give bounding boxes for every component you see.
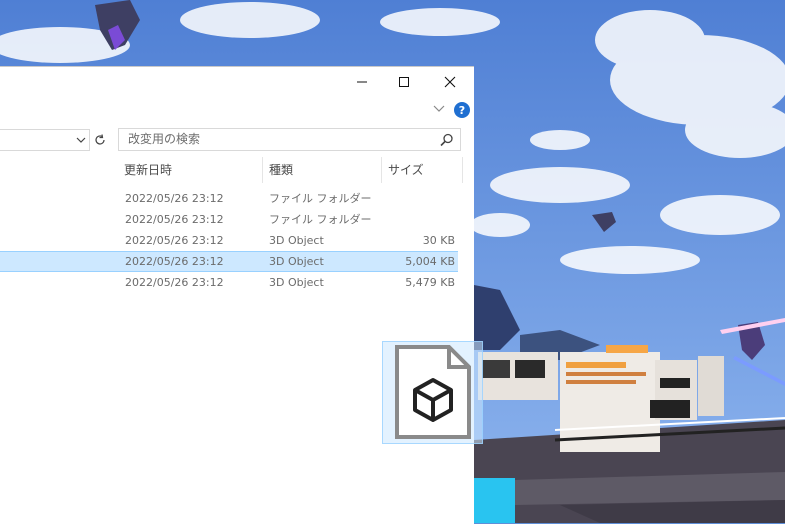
- maximize-button[interactable]: [381, 67, 427, 97]
- file-row-selected[interactable]: 2022/05/26 23:12 3D Object 5,004 KB: [0, 251, 458, 272]
- close-button[interactable]: [427, 67, 473, 97]
- address-dropdown-chevron-icon[interactable]: [76, 135, 86, 145]
- search-input[interactable]: 改変用の検索: [118, 128, 461, 151]
- minimize-icon: [357, 81, 367, 83]
- 3d-object-file-icon: [395, 345, 471, 439]
- file-size: [380, 188, 455, 209]
- file-modified: 2022/05/26 23:12: [125, 213, 224, 226]
- file-size: 5,004 KB: [405, 255, 455, 268]
- file-row[interactable]: 2022/05/26 23:12 ファイル フォルダー: [0, 209, 458, 230]
- search-icon[interactable]: [440, 133, 454, 147]
- file-row[interactable]: 2022/05/26 23:12 ファイル フォルダー: [0, 188, 458, 209]
- column-header-size[interactable]: サイズ: [382, 157, 463, 183]
- file-type: 3D Object: [269, 255, 324, 268]
- maximize-icon: [399, 77, 409, 87]
- refresh-icon: [95, 134, 105, 145]
- file-modified: 2022/05/26 23:12: [125, 276, 224, 289]
- file-type: 3D Object: [269, 234, 324, 247]
- file-row[interactable]: 2022/05/26 23:12 3D Object 30 KB: [0, 230, 458, 251]
- close-icon: [444, 76, 456, 88]
- file-modified: 2022/05/26 23:12: [125, 192, 224, 205]
- file-type: ファイル フォルダー: [269, 213, 372, 226]
- file-type: ファイル フォルダー: [269, 192, 372, 205]
- file-size: 30 KB: [422, 234, 455, 247]
- file-size: 5,479 KB: [405, 276, 455, 289]
- file-type: 3D Object: [269, 276, 324, 289]
- drag-preview: [382, 341, 483, 444]
- help-icon[interactable]: ?: [454, 102, 470, 118]
- refresh-button[interactable]: [92, 129, 108, 151]
- column-header-modified[interactable]: 更新日時: [118, 157, 263, 183]
- file-modified: 2022/05/26 23:12: [125, 255, 224, 268]
- file-modified: 2022/05/26 23:12: [125, 234, 224, 247]
- file-size: [380, 209, 455, 230]
- chevron-down-icon[interactable]: [433, 103, 445, 115]
- minimize-button[interactable]: [339, 67, 385, 97]
- file-explorer-window: ? 改変用の検索 更新日時 種類 サイズ 2022/05/26 23:12 ファ…: [0, 66, 474, 524]
- column-header-type[interactable]: 種類: [263, 157, 382, 183]
- file-row[interactable]: 2022/05/26 23:12 3D Object 5,479 KB: [0, 272, 458, 293]
